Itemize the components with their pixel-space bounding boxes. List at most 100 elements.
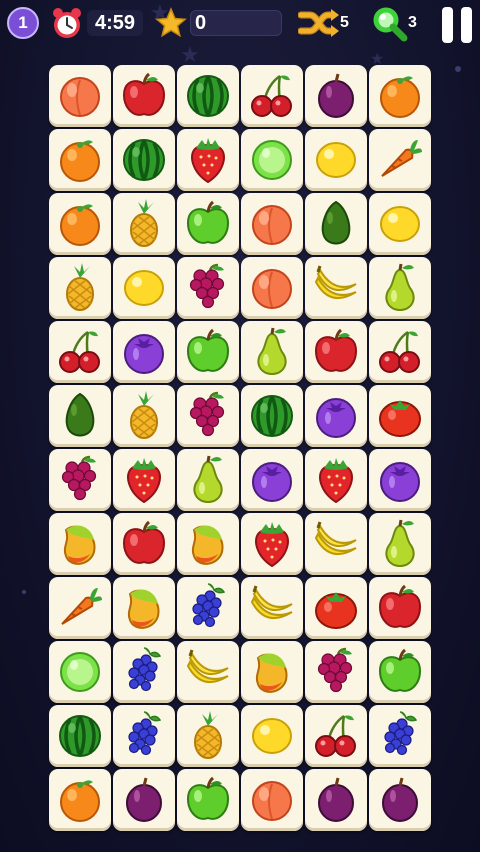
fruit-tile[interactable] xyxy=(113,449,175,511)
blackberry-icon xyxy=(128,647,162,692)
fruit-tile[interactable] xyxy=(369,321,431,383)
fruit-tile[interactable] xyxy=(177,65,239,127)
top-bar: 1 4:59 0 5 3 xyxy=(0,0,480,48)
fruit-tile[interactable] xyxy=(113,705,175,767)
blueberry-icon xyxy=(316,398,356,438)
fruit-tile[interactable] xyxy=(49,193,111,255)
fruit-tile[interactable] xyxy=(113,257,175,319)
fruit-tile[interactable] xyxy=(177,321,239,383)
strawberry-icon xyxy=(319,458,353,504)
fruit-tile[interactable] xyxy=(113,385,175,447)
fruit-tile[interactable] xyxy=(113,577,175,639)
blackberry-icon xyxy=(192,583,226,628)
fruit-tile[interactable] xyxy=(305,577,367,639)
cherry-icon xyxy=(59,330,100,373)
strawberry-icon xyxy=(191,138,225,184)
banana-icon xyxy=(314,265,357,300)
fruit-tile[interactable] xyxy=(369,193,431,255)
fruit-tile[interactable] xyxy=(113,65,175,127)
fruit-tile[interactable] xyxy=(369,385,431,447)
fruit-tile[interactable] xyxy=(369,641,431,703)
lime-icon xyxy=(60,652,100,692)
fruit-tile[interactable] xyxy=(177,705,239,767)
fruit-tile[interactable] xyxy=(177,129,239,191)
fruit-tile[interactable] xyxy=(49,769,111,831)
magnifier-icon[interactable] xyxy=(372,6,408,42)
pineapple-icon xyxy=(194,711,222,759)
pause-button[interactable] xyxy=(440,7,474,43)
fruit-tile[interactable] xyxy=(113,129,175,191)
score-value: 0 xyxy=(195,12,207,34)
fruit-tile[interactable] xyxy=(369,65,431,127)
fruit-tile[interactable] xyxy=(305,769,367,831)
fruit-tile[interactable] xyxy=(305,641,367,703)
fruit-tile[interactable] xyxy=(49,705,111,767)
apple-icon xyxy=(122,520,166,564)
fruit-tile[interactable] xyxy=(305,513,367,575)
fruit-tile[interactable] xyxy=(369,129,431,191)
lemon-icon xyxy=(124,270,164,306)
orange-icon xyxy=(380,76,420,118)
fruit-tile[interactable] xyxy=(49,449,111,511)
fruit-tile[interactable] xyxy=(177,769,239,831)
fruit-tile[interactable] xyxy=(49,257,111,319)
fruit-tile[interactable] xyxy=(49,65,111,127)
fruit-tile[interactable] xyxy=(305,257,367,319)
fruit-tile[interactable] xyxy=(113,641,175,703)
alarm-clock-icon xyxy=(53,8,81,38)
fruit-tile[interactable] xyxy=(113,513,175,575)
fruit-tile[interactable] xyxy=(49,321,111,383)
fruit-tile[interactable] xyxy=(113,321,175,383)
fruit-tile[interactable] xyxy=(369,257,431,319)
fruit-tile[interactable] xyxy=(49,513,111,575)
fruit-tile[interactable] xyxy=(369,705,431,767)
carrot-icon xyxy=(61,588,102,625)
grape-icon xyxy=(317,647,353,693)
fruit-tile[interactable] xyxy=(177,641,239,703)
background-dot xyxy=(22,590,26,594)
fruit-tile[interactable] xyxy=(369,769,431,831)
fruit-tile[interactable] xyxy=(113,193,175,255)
fruit-tile[interactable] xyxy=(241,65,303,127)
avocado-icon xyxy=(321,200,351,245)
fruit-tile[interactable] xyxy=(49,385,111,447)
tomato-icon xyxy=(315,592,357,629)
fruit-tile[interactable] xyxy=(177,193,239,255)
timer-display: 4:59 xyxy=(87,10,143,36)
fruit-tile[interactable] xyxy=(177,577,239,639)
mango-icon xyxy=(63,525,96,565)
fruit-tile[interactable] xyxy=(305,705,367,767)
fruit-tile[interactable] xyxy=(49,577,111,639)
fruit-tile[interactable] xyxy=(305,193,367,255)
fruit-tile[interactable] xyxy=(49,129,111,191)
star-icon xyxy=(155,7,187,38)
fruit-tile[interactable] xyxy=(241,449,303,511)
fruit-tile[interactable] xyxy=(241,577,303,639)
fruit-tile[interactable] xyxy=(241,321,303,383)
fruit-tile[interactable] xyxy=(305,65,367,127)
fruit-tile[interactable] xyxy=(49,641,111,703)
fruit-tile[interactable] xyxy=(177,449,239,511)
fruit-tile[interactable] xyxy=(241,257,303,319)
fruit-tile[interactable] xyxy=(241,385,303,447)
fruit-tile[interactable] xyxy=(305,129,367,191)
fruit-tile[interactable] xyxy=(241,193,303,255)
fruit-tile[interactable] xyxy=(305,449,367,511)
fruit-tile[interactable] xyxy=(241,641,303,703)
grape-icon xyxy=(189,263,225,309)
fruit-tile[interactable] xyxy=(241,705,303,767)
fruit-tile[interactable] xyxy=(177,513,239,575)
fruit-tile[interactable] xyxy=(369,449,431,511)
fruit-tile[interactable] xyxy=(369,513,431,575)
shuffle-icon[interactable] xyxy=(298,6,340,40)
fruit-tile[interactable] xyxy=(113,769,175,831)
fruit-tile[interactable] xyxy=(241,513,303,575)
fruit-tile[interactable] xyxy=(241,769,303,831)
fruit-tile[interactable] xyxy=(369,577,431,639)
fruit-tile[interactable] xyxy=(305,385,367,447)
fruit-tile[interactable] xyxy=(241,129,303,191)
pear-icon xyxy=(257,327,287,376)
fruit-tile[interactable] xyxy=(177,385,239,447)
fruit-tile[interactable] xyxy=(305,321,367,383)
fruit-tile[interactable] xyxy=(177,257,239,319)
